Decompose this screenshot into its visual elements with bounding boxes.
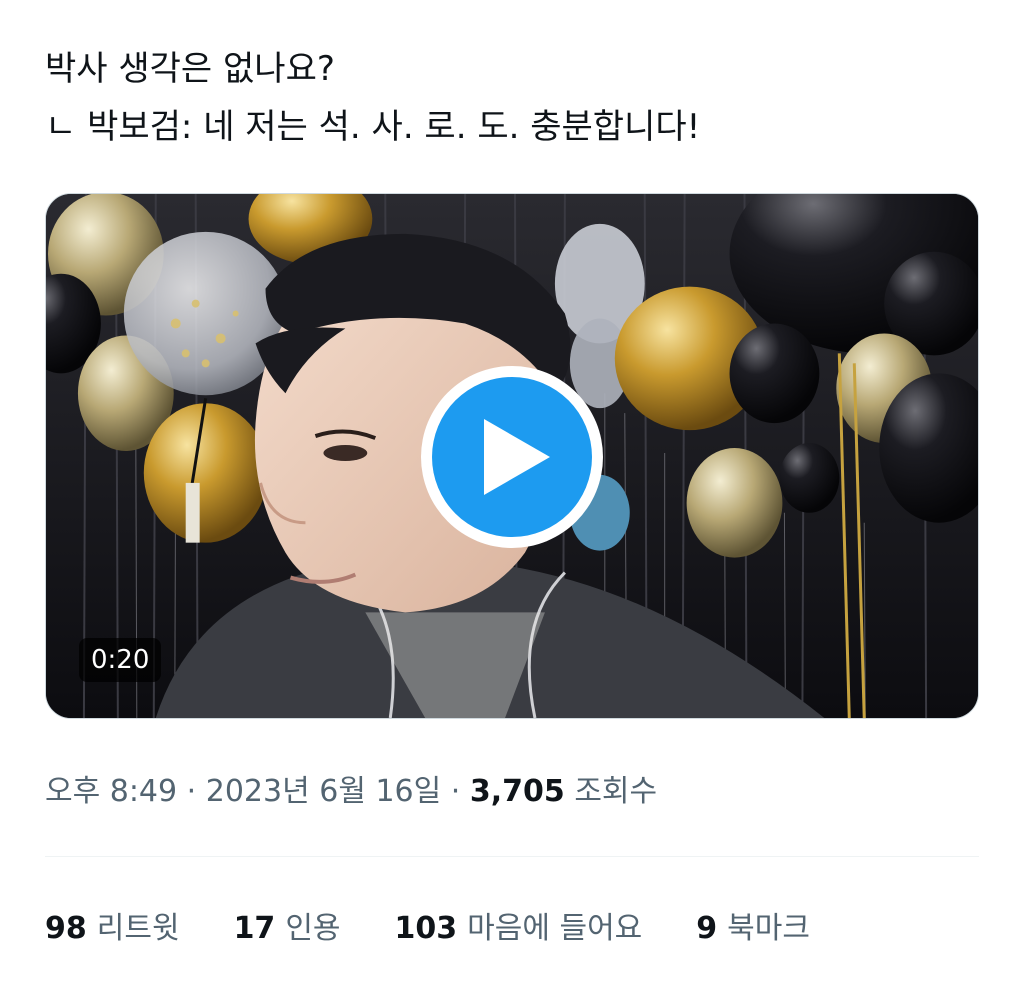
bookmarks-count: 9	[696, 911, 718, 946]
quotes-stat[interactable]: 17 인용	[234, 903, 341, 947]
retweets-stat[interactable]: 98 리트윗	[45, 903, 180, 947]
engagement-stats: 98 리트윗 17 인용 103 마음에 들어요 9 북마크	[45, 903, 864, 947]
tweet-date[interactable]: 2023년 6월 16일	[206, 774, 441, 809]
tweet-line-1: 박사 생각은 없나요?	[45, 49, 335, 89]
play-triangle-icon	[484, 419, 550, 495]
likes-stat[interactable]: 103 마음에 들어요	[395, 903, 643, 947]
retweets-count: 98	[45, 911, 87, 946]
tweet-time[interactable]: 오후 8:49	[45, 774, 177, 809]
quotes-count: 17	[233, 911, 276, 946]
views-label: 조회수	[574, 774, 658, 809]
tweet-text: 박사 생각은 없나요? ㄴ 박보검: 네 저는 석. 사. 로. 도. 충분합니…	[45, 40, 985, 156]
meta-separator: ·	[450, 774, 461, 809]
bookmarks-stat[interactable]: 9 북마크	[696, 903, 810, 947]
views-count: 3,705	[469, 774, 565, 809]
tweet-meta: 오후 8:49 · 2023년 6월 16일 · 3,705 조회수	[45, 766, 657, 810]
divider	[45, 856, 979, 857]
likes-count: 103	[394, 911, 458, 946]
play-icon	[432, 377, 592, 537]
play-button[interactable]	[421, 366, 603, 548]
video-player[interactable]: 0:20	[45, 193, 979, 719]
retweets-label: 리트윗	[96, 911, 180, 946]
video-duration: 0:20	[79, 638, 162, 682]
quotes-label: 인용	[285, 911, 341, 946]
tweet-line-2: ㄴ 박보검: 네 저는 석. 사. 로. 도. 충분합니다!	[45, 107, 701, 147]
meta-separator: ·	[186, 774, 197, 809]
likes-label: 마음에 들어요	[467, 911, 643, 946]
bookmarks-label: 북마크	[727, 911, 810, 946]
